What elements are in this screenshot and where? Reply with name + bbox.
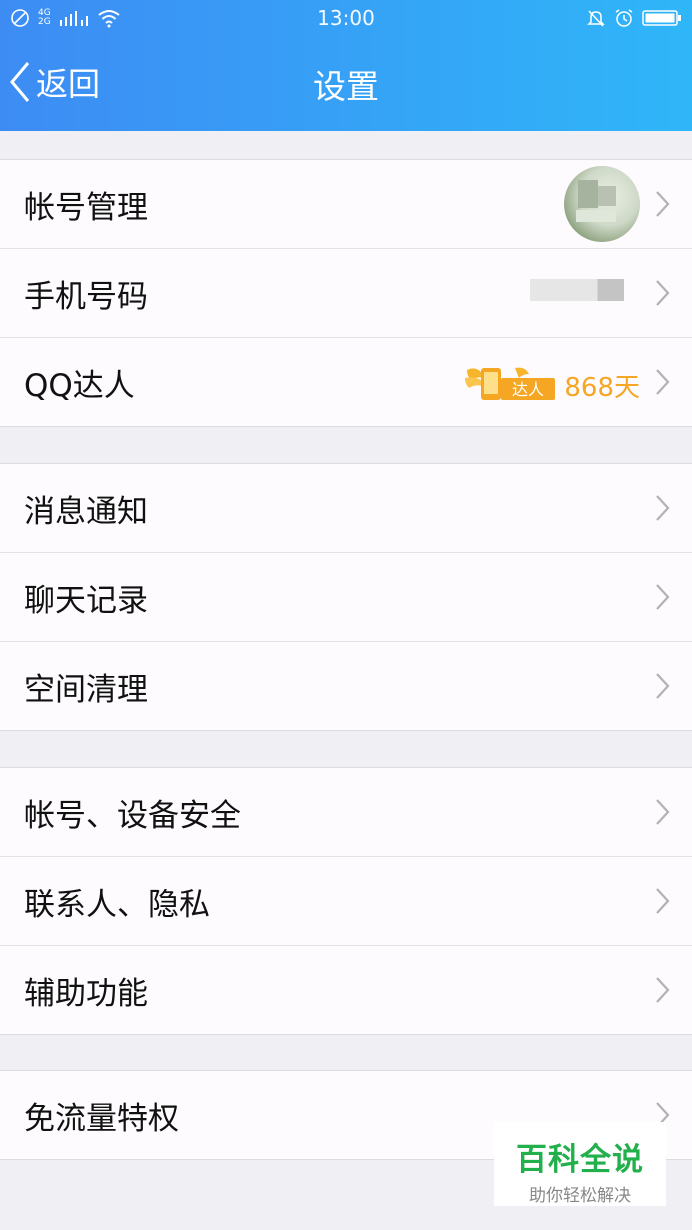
row-label: 消息通知 — [24, 493, 148, 530]
status-right — [586, 6, 682, 30]
avatar — [564, 166, 640, 242]
daren-days: 868天 — [564, 373, 640, 403]
chevron-right-icon — [656, 673, 670, 699]
chevron-right-icon — [656, 977, 670, 1003]
page-title: 设置 — [313, 67, 379, 106]
row-label: QQ达人 — [24, 367, 135, 404]
watermark-title: 百科全说 — [516, 1142, 644, 1178]
alarm-icon — [615, 9, 633, 27]
chevron-right-icon — [656, 495, 670, 521]
row-account-management[interactable]: 帐号管理 — [0, 160, 692, 248]
row-label: 联系人、隐私 — [24, 886, 210, 923]
row-label: 免流量特权 — [24, 1100, 179, 1137]
settings-group-account: 帐号管理 手机号码 QQ达人 达人 868天 — [0, 159, 692, 427]
chevron-right-icon — [656, 280, 670, 306]
chevron-right-icon — [656, 584, 670, 610]
chevron-right-icon — [656, 369, 670, 395]
row-label: 帐号、设备安全 — [24, 797, 241, 834]
mute-bell-icon — [587, 10, 605, 27]
row-account-device-security[interactable]: 帐号、设备安全 — [0, 768, 692, 856]
status-bar: 4G 2G 13:00 — [0, 0, 692, 38]
row-label: 辅助功能 — [24, 975, 148, 1012]
watermark-logo: 百科全说 助你轻松解决 — [494, 1122, 666, 1206]
daren-badge-text: 达人 — [512, 380, 544, 399]
row-label: 空间清理 — [24, 671, 148, 708]
row-storage-cleanup[interactable]: 空间清理 — [0, 641, 692, 730]
watermark-subtitle: 助你轻松解决 — [529, 1186, 631, 1206]
row-label: 帐号管理 — [24, 189, 148, 226]
daren-badge-icon: 达人 — [465, 367, 555, 400]
row-label: 手机号码 — [24, 278, 148, 315]
chevron-right-icon — [656, 799, 670, 825]
row-accessibility[interactable]: 辅助功能 — [0, 945, 692, 1034]
row-chat-history[interactable]: 聊天记录 — [0, 552, 692, 641]
title-bar: 4G 2G 13:00 返回 设置 — [0, 0, 692, 131]
row-qq-daren[interactable]: QQ达人 达人 868天 — [0, 337, 692, 426]
chevron-right-icon — [656, 888, 670, 914]
phone-number-masked — [530, 279, 624, 301]
row-contacts-privacy[interactable]: 联系人、隐私 — [0, 856, 692, 945]
row-message-notifications[interactable]: 消息通知 — [0, 464, 692, 552]
row-phone-number[interactable]: 手机号码 — [0, 248, 692, 337]
settings-group-messages: 消息通知 聊天记录 空间清理 — [0, 463, 692, 731]
row-label: 聊天记录 — [24, 582, 148, 619]
settings-group-security: 帐号、设备安全 联系人、隐私 辅助功能 — [0, 767, 692, 1035]
battery-icon — [642, 10, 681, 26]
chevron-right-icon — [656, 191, 670, 217]
